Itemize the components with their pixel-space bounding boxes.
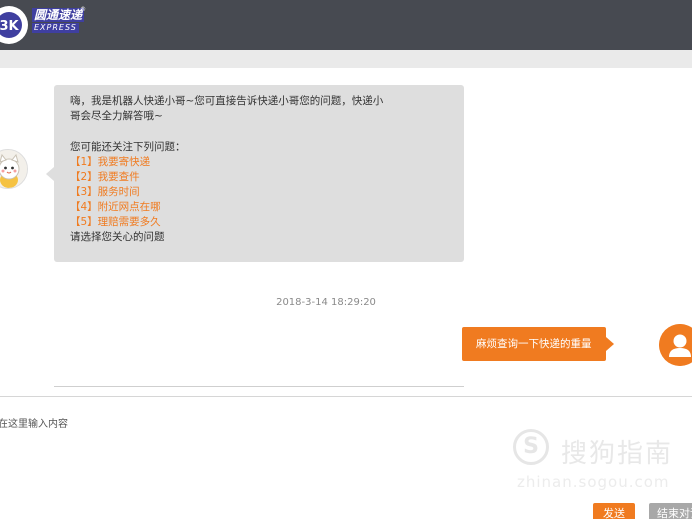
chat-divider <box>54 386 464 387</box>
logo-cn: 圆通速递 <box>32 8 85 22</box>
user-silhouette-icon <box>659 324 692 366</box>
bot-greeting-line-2: 哥会尽全力解答哦~ <box>70 110 163 122</box>
faq-outro: 请选择您关心的问题 <box>70 231 165 243</box>
faq-link-claim-duration[interactable]: 【5】理赔需要多久 <box>70 215 450 230</box>
faq-intro: 您可能还关注下列问题： <box>70 141 186 153</box>
faq-link-send-parcel[interactable]: 【1】我要寄快递 <box>70 155 450 170</box>
faq-link-track-parcel[interactable]: 【2】我要查件 <box>70 170 450 185</box>
yto-logo-icon: 3K <box>0 6 28 44</box>
svg-text:3K: 3K <box>0 19 19 34</box>
logo-registered-mark: ® <box>80 6 86 13</box>
user-message-bubble: 麻烦查询一下快递的重量 <box>462 327 613 361</box>
message-input[interactable] <box>0 397 692 497</box>
faq-link-nearby-outlets[interactable]: 【4】附近网点在哪 <box>70 200 450 215</box>
logo-text: 圆通速递 EXPRESS <box>32 8 112 33</box>
send-button[interactable]: 发送 <box>593 503 635 519</box>
sub-header-bar <box>0 50 692 68</box>
header-bar: 3K 圆通速递 EXPRESS ® <box>0 0 692 50</box>
chat-page: 3K 圆通速递 EXPRESS ® 嗨，我是机器人快递小哥~您可直接告诉快递小哥… <box>0 0 692 519</box>
bot-greeting-line-1: 嗨，我是机器人快递小哥~您可直接告诉快递小哥您的问题，快递小 <box>70 95 384 107</box>
faq-link-service-hours[interactable]: 【3】服务时间 <box>70 185 450 200</box>
message-input-placeholder: 在这里输入内容 <box>0 419 68 430</box>
end-chat-button[interactable]: 结束对话 <box>649 503 692 519</box>
cartoon-cat-icon <box>0 149 28 189</box>
message-timestamp: 2018-3-14 18:29:20 <box>276 297 376 308</box>
logo-en: EXPRESS <box>32 23 79 33</box>
bot-message-bubble: 嗨，我是机器人快递小哥~您可直接告诉快递小哥您的问题，快递小 哥会尽全力解答哦~… <box>46 85 464 262</box>
